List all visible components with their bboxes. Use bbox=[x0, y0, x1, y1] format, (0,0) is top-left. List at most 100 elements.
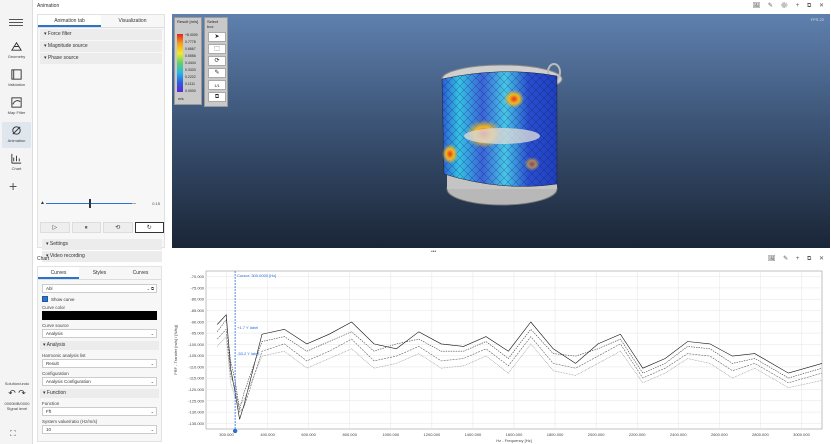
section-video-recording[interactable]: ▾ Video recording bbox=[42, 251, 162, 262]
add-icon[interactable]: + bbox=[9, 179, 17, 193]
y-tick-label: -70.000 bbox=[190, 274, 204, 279]
legend-tick: +8.0000 bbox=[185, 33, 198, 37]
animation-window-controls[interactable]: 🖼 ✎ ⚙ + ⧉ ✕ bbox=[753, 2, 827, 10]
y-tick-label: -105.000 bbox=[188, 353, 205, 358]
chart-window-controls[interactable]: 🖼 ✎ + ⧉ ✕ bbox=[768, 255, 827, 263]
legend-tick: 0.4444 bbox=[185, 61, 196, 65]
y-tick-label: -85.000 bbox=[190, 308, 204, 313]
section-settings[interactable]: ▾ Settings bbox=[42, 239, 162, 250]
x-tick-label: 300.000 bbox=[219, 432, 234, 437]
y-tick-label: -130.000 bbox=[188, 410, 205, 415]
search-options-icon: ⌄ ⧉ bbox=[146, 286, 154, 291]
redo-icon[interactable]: ↷ bbox=[18, 388, 26, 398]
x-tick-label: 1800.000 bbox=[547, 432, 564, 437]
rail-animation[interactable]: Animation bbox=[2, 122, 31, 148]
3d-model bbox=[441, 63, 563, 206]
x-tick-label: 600.000 bbox=[301, 432, 316, 437]
menu-icon[interactable] bbox=[9, 17, 23, 27]
draw-icon[interactable]: ✎ bbox=[208, 68, 226, 78]
frf-chart-svg: -70.000 -75.000 -80.000 -85.000 -90.000 -95.0… bbox=[173, 270, 823, 443]
rail-chart[interactable]: Chart bbox=[2, 150, 31, 176]
x-tick-label: 1600.000 bbox=[506, 432, 523, 437]
curve-color-swatch[interactable] bbox=[42, 311, 157, 320]
legend-tick: 0.1111 bbox=[185, 82, 195, 86]
system-value-label: System value/ratio (Hz/m/s) bbox=[42, 419, 98, 424]
animation-window-title: Animation bbox=[37, 3, 60, 9]
series-line bbox=[216, 335, 823, 406]
rail-validation[interactable]: Validation bbox=[2, 66, 31, 92]
pause-button[interactable]: ⏸ bbox=[71, 222, 101, 233]
copy-icon[interactable]: ⧉ bbox=[208, 92, 226, 102]
page-counter[interactable]: 1/1 bbox=[208, 80, 226, 90]
x-tick-label: 1200.000 bbox=[424, 432, 441, 437]
y-tick-label: -115.000 bbox=[189, 376, 205, 381]
rail-geometry-label: Geometry bbox=[7, 54, 26, 59]
analysis-section[interactable]: ▾ Analysis bbox=[40, 341, 159, 350]
rail-map-filter[interactable]: Map Filter bbox=[2, 94, 31, 120]
legend-tick: 0.5556 bbox=[185, 54, 196, 58]
tab-animation[interactable]: Animation tab bbox=[38, 15, 101, 27]
validation-icon bbox=[11, 69, 22, 80]
box-select-icon[interactable]: ⬚ bbox=[208, 44, 226, 54]
signal-label: Signal level bbox=[6, 406, 28, 411]
legend-title: Result bbox=[177, 19, 189, 24]
play-button[interactable]: ▷ bbox=[40, 222, 70, 233]
splitter-handle[interactable]: ••• bbox=[431, 249, 436, 255]
loop-button[interactable]: ↻ bbox=[134, 222, 164, 233]
system-value-select[interactable]: 10 ⌄ bbox=[42, 425, 157, 434]
configuration-select[interactable]: Analysis Configuration ⌄ bbox=[42, 377, 157, 386]
legend-tick: 0.0000 bbox=[185, 89, 196, 93]
cursor-handle bbox=[232, 428, 238, 434]
undo-icon[interactable]: ↶ bbox=[8, 388, 16, 398]
y-tick-label: -80.000 bbox=[190, 297, 204, 302]
x-tick-label: 1400.000 bbox=[465, 432, 482, 437]
show-curve-checkbox[interactable]: Show curve bbox=[42, 296, 157, 302]
curve-source-select[interactable]: Analysis ⌄ bbox=[42, 329, 157, 338]
selection-toolbox: Select box ➤ ⬚ ⟳ ✎ 1/1 ⧉ bbox=[204, 17, 228, 107]
tab-curves-2[interactable]: Curves bbox=[120, 267, 161, 279]
y-tick-label: -125.000 bbox=[188, 398, 205, 403]
function-select[interactable]: Fft ⌄ bbox=[42, 407, 157, 416]
function-section[interactable]: ▾ Function bbox=[40, 389, 159, 398]
slider-value[interactable]: 0.15 bbox=[152, 201, 160, 206]
rotate-icon[interactable]: ⟳ bbox=[208, 56, 226, 66]
rail-chart-label: Chart bbox=[11, 166, 22, 171]
y-tick-label: -75.000 bbox=[190, 285, 204, 290]
x-tick-label: 2200.000 bbox=[629, 432, 646, 437]
rail-animation-label: Animation bbox=[7, 138, 26, 143]
y-tick-label: -100.000 bbox=[188, 342, 205, 347]
section-phase-source[interactable]: ▾ Phase source bbox=[40, 53, 162, 64]
frf-chart[interactable]: -70.000 -75.000 -80.000 -85.000 -90.000 -95.0… bbox=[170, 265, 830, 443]
curve-source-label: Curve source bbox=[42, 323, 69, 328]
tab-visualization[interactable]: Visualization bbox=[101, 15, 164, 27]
curve-search-input[interactable]: Abl ⌄ ⧉ bbox=[42, 284, 157, 293]
tab-curves[interactable]: Curves bbox=[38, 267, 79, 279]
x-tick-label: 2800.000 bbox=[752, 432, 769, 437]
cursor-value-label: +1.7 Y label bbox=[237, 325, 258, 330]
select-arrow-icon[interactable]: ➤ bbox=[208, 32, 226, 42]
curve-color-label: Curve color bbox=[42, 305, 66, 310]
y-tick-label: -95.000 bbox=[190, 331, 204, 336]
slider-thumb[interactable] bbox=[89, 199, 91, 208]
color-legend: Result [m/s] +8.0000 0.7778 0.6667 0.555… bbox=[174, 17, 202, 105]
chart-window-title: Chart bbox=[37, 256, 50, 262]
animation-icon bbox=[12, 126, 21, 135]
rail-geometry[interactable]: Geometry bbox=[2, 38, 31, 64]
section-magnitude-source[interactable]: ▾ Magnitude source bbox=[40, 41, 162, 52]
legend-tick: 0.6667 bbox=[185, 47, 196, 51]
expand-icon[interactable]: ⛶ bbox=[10, 429, 16, 439]
x-axis-label: Hz - Frequency [Hz] bbox=[496, 438, 532, 443]
tab-styles[interactable]: Styles bbox=[79, 267, 120, 279]
x-tick-label: 1000.000 bbox=[382, 432, 399, 437]
3d-viewport[interactable]: Result [m/s] +8.0000 0.7778 0.6667 0.555… bbox=[172, 14, 830, 248]
x-tick-label: 400.000 bbox=[260, 432, 275, 437]
analysis-select[interactable]: Result ⌄ bbox=[42, 359, 157, 368]
frame-slider[interactable]: ▲ 0.15 bbox=[40, 199, 164, 209]
y-tick-label: -90.000 bbox=[190, 319, 204, 324]
checkbox-icon bbox=[42, 296, 48, 302]
section-force-filter[interactable]: ▾ Force filter bbox=[40, 29, 162, 40]
fps-readout: FPS 22 bbox=[810, 17, 824, 22]
reset-button[interactable]: ⟲ bbox=[103, 222, 133, 233]
legend-color-bar bbox=[177, 34, 183, 92]
map-filter-icon bbox=[11, 97, 22, 108]
